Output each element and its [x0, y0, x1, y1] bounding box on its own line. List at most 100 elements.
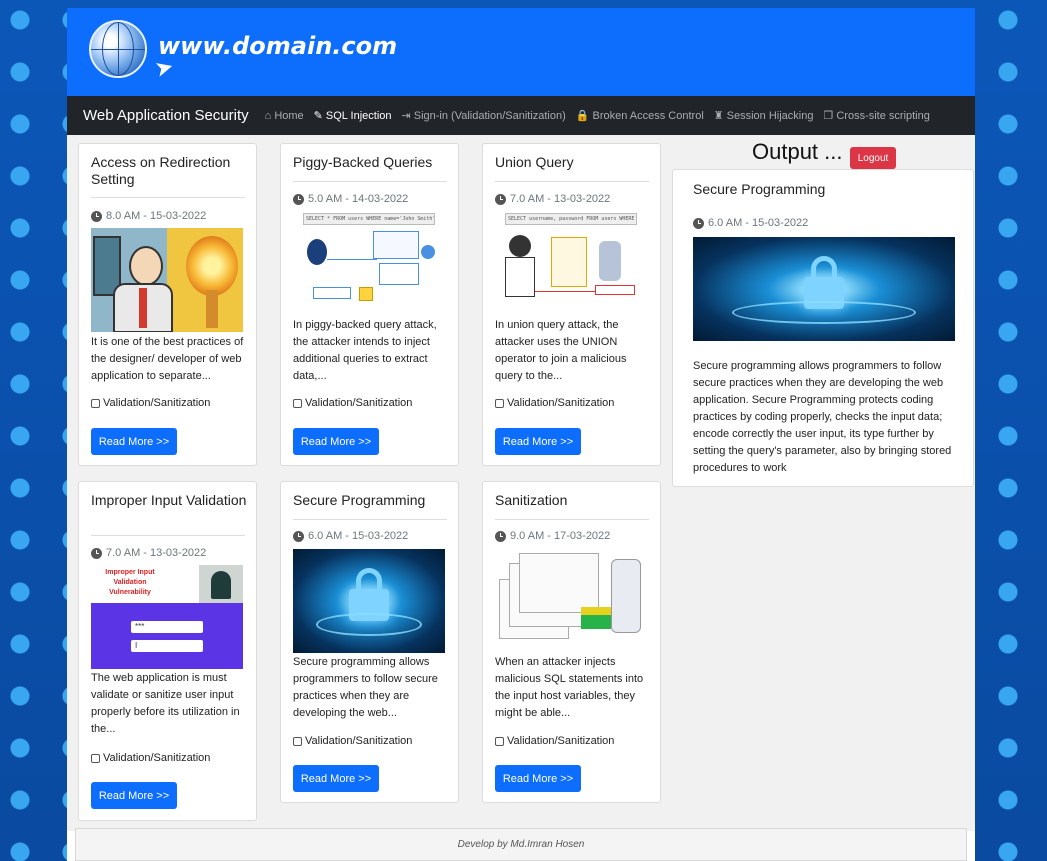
card-title[interactable]: Improper Input Validation [91, 492, 247, 509]
time-text: 7.0 AM - 13-03-2022 [510, 193, 611, 205]
code-snippet: SELECT username, password FROM users WHE… [505, 213, 637, 225]
card-thumbnail [495, 549, 647, 653]
read-more-button[interactable]: Read More >> [495, 765, 581, 792]
card-time: 7.0 AM - 13-03-2022 [91, 547, 206, 559]
nav-item-home[interactable]: ⌂ Home [265, 110, 304, 122]
checkbox-label: Validation/Sanitization [103, 397, 211, 409]
card-description: When an attacker injects malicious SQL s… [495, 656, 644, 719]
navbar-brand[interactable]: Web Application Security [83, 107, 249, 124]
card-thumbnail: SELECT username, password FROM users WHE… [495, 211, 647, 315]
clock-icon [91, 547, 102, 559]
time-text: 8.0 AM - 15-03-2022 [106, 210, 207, 222]
site-name[interactable]: www.domain.com [158, 32, 397, 60]
validation-checkbox[interactable]: Validation/Sanitization [293, 397, 412, 409]
logout-button[interactable]: Logout [850, 147, 896, 169]
page: ➤ www.domain.com Web Application Securit… [67, 8, 975, 861]
card-title[interactable]: Piggy-Backed Queries [293, 154, 449, 171]
nav-label: SQL Injection [325, 109, 392, 122]
thumb-field: I [131, 640, 203, 652]
card-thumbnail [293, 549, 445, 653]
article-card: Union Query 7.0 AM - 13-03-2022 SELECT u… [482, 143, 661, 466]
validation-checkbox[interactable]: Validation/Sanitization [91, 752, 210, 764]
card-description: In piggy-backed query attack, the attack… [293, 319, 437, 382]
card-title[interactable]: Sanitization [495, 492, 651, 509]
validation-checkbox[interactable]: Validation/Sanitization [293, 735, 412, 747]
card-title[interactable]: Union Query [495, 154, 651, 171]
nav-item-sql-injection[interactable]: ✎ SQL Injection [313, 109, 392, 123]
divider [293, 519, 447, 520]
article-card: Access on Redirection Setting 8.0 AM - 1… [78, 143, 257, 466]
navbar: Web Application Security ⌂ Home ✎ SQL In… [67, 96, 975, 135]
card-time: 9.0 AM - 17-03-2022 [495, 530, 610, 542]
checkbox-icon[interactable] [495, 736, 504, 746]
checkbox-label: Validation/Sanitization [305, 735, 413, 747]
article-card: Piggy-Backed Queries 5.0 AM - 14-03-2022… [280, 143, 459, 466]
clock-icon [693, 217, 704, 229]
article-card: Sanitization 9.0 AM - 17-03-2022 When an… [482, 481, 661, 803]
output-title: Secure Programming [693, 181, 826, 197]
globe-logo-icon [89, 20, 147, 78]
lock-icon: 🔒 [575, 110, 590, 122]
card-title[interactable]: Secure Programming [293, 492, 449, 509]
read-more-button[interactable]: Read More >> [91, 782, 177, 809]
read-more-button[interactable]: Read More >> [293, 765, 379, 792]
card-thumbnail: SELECT * FROM users WHERE name='John Smi… [293, 211, 445, 315]
validation-checkbox[interactable]: Validation/Sanitization [495, 397, 614, 409]
output-description: Secure programming allows programmers to… [693, 360, 952, 474]
checkbox-icon[interactable] [495, 398, 504, 408]
checkbox-icon[interactable] [293, 736, 302, 746]
footer: Develop by Md.Imran Hosen [75, 828, 967, 861]
nav-label: Broken Access Control [592, 109, 704, 122]
nav-item-cross-site-scripting[interactable]: ❐ Cross-site scripting [823, 109, 930, 123]
nav-label: Home [274, 109, 304, 122]
time-text: 7.0 AM - 13-03-2022 [106, 547, 207, 559]
time-text: 9.0 AM - 17-03-2022 [510, 530, 611, 542]
nav-item-broken-access-control[interactable]: 🔒 Broken Access Control [575, 109, 704, 123]
divider [293, 181, 447, 182]
nav-item-sign-in[interactable]: ⇥ Sign-in (Validation/Sanitization) [402, 109, 566, 123]
read-more-button[interactable]: Read More >> [495, 428, 581, 455]
card-thumbnail [91, 228, 243, 332]
content-area: Access on Redirection Setting 8.0 AM - 1… [67, 135, 975, 831]
checkbox-icon[interactable] [293, 398, 302, 408]
checkbox-icon[interactable] [91, 753, 100, 763]
card-description: In union query attack, the attacker uses… [495, 319, 627, 382]
checkbox-icon[interactable] [91, 398, 100, 408]
nav-label: Session Hijacking [726, 109, 814, 122]
divider [91, 535, 245, 536]
home-icon: ⌂ [264, 109, 272, 122]
time-text: 6.0 AM - 15-03-2022 [308, 530, 409, 542]
nav-label: Cross-site scripting [836, 109, 930, 122]
nav-item-session-hijacking[interactable]: ♜ Session Hijacking [713, 109, 814, 123]
clock-icon [91, 210, 102, 222]
syringe-icon: ✎ [313, 110, 323, 122]
clock-icon [293, 193, 304, 205]
card-time: 5.0 AM - 14-03-2022 [293, 193, 408, 205]
thumb-field: *** [131, 621, 203, 633]
card-time: 6.0 AM - 15-03-2022 [293, 530, 408, 542]
clock-icon [293, 530, 304, 542]
time-text: 6.0 AM - 15-03-2022 [708, 217, 809, 229]
article-card: Improper Input Validation 7.0 AM - 13-03… [78, 481, 257, 821]
output-heading: Output ... [752, 139, 843, 164]
card-title[interactable]: Access on Redirection Setting [91, 154, 247, 188]
read-more-button[interactable]: Read More >> [91, 428, 177, 455]
checkbox-label: Validation/Sanitization [103, 752, 211, 764]
card-time: 8.0 AM - 15-03-2022 [91, 210, 206, 222]
divider [495, 519, 649, 520]
card-description: Secure programming allows programmers to… [293, 656, 438, 719]
article-card: Secure Programming 6.0 AM - 15-03-2022 S… [280, 481, 459, 803]
output-time: 6.0 AM - 15-03-2022 [693, 217, 808, 229]
checkbox-label: Validation/Sanitization [507, 735, 615, 747]
read-more-button[interactable]: Read More >> [293, 428, 379, 455]
validation-checkbox[interactable]: Validation/Sanitization [91, 397, 210, 409]
nav-label: Sign-in (Validation/Sanitization) [413, 109, 566, 122]
thumb-title: Improper Input Validation Vulnerability [105, 569, 155, 596]
card-time: 7.0 AM - 13-03-2022 [495, 193, 610, 205]
checkbox-label: Validation/Sanitization [507, 397, 615, 409]
validation-checkbox[interactable]: Validation/Sanitization [495, 735, 614, 747]
clock-icon [495, 530, 506, 542]
copy-icon: ❐ [823, 110, 834, 122]
user-secret-icon: ♜ [713, 110, 724, 122]
time-text: 5.0 AM - 14-03-2022 [308, 193, 409, 205]
